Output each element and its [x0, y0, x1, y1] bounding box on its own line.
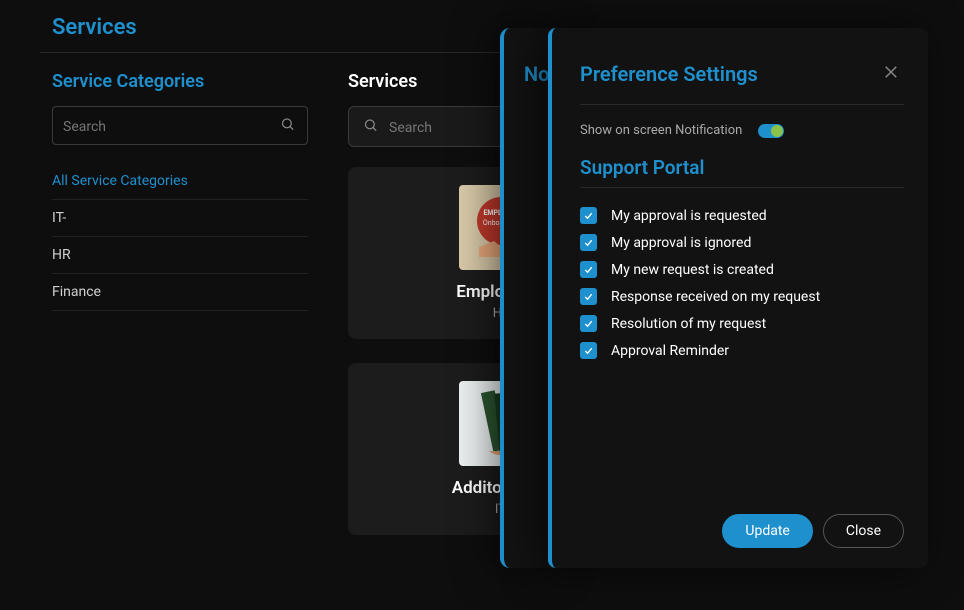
close-icon[interactable]: [878, 58, 904, 90]
sidebar-item-all[interactable]: All Service Categories: [52, 163, 308, 200]
checkbox-label: Response received on my request: [611, 289, 820, 305]
checkbox-label: My approval is ignored: [611, 235, 751, 251]
checkbox-response-received[interactable]: [580, 288, 597, 305]
sidebar-item-hr[interactable]: HR: [52, 237, 308, 274]
modal-title: Preference Settings: [580, 62, 758, 86]
checkbox-approval-ignored[interactable]: [580, 234, 597, 251]
checkbox-row: Approval Reminder: [580, 337, 904, 364]
checkbox-label: My new request is created: [611, 262, 774, 278]
toggle-row: Show on screen Notification: [580, 123, 904, 138]
notification-toggle[interactable]: [758, 124, 784, 138]
sidebar-search[interactable]: [52, 106, 308, 145]
checkbox-row: Response received on my request: [580, 283, 904, 310]
sidebar: Service Categories All Service Categorie…: [40, 53, 320, 559]
search-icon: [280, 116, 295, 135]
sidebar-item-it[interactable]: IT-: [52, 200, 308, 237]
sidebar-search-input[interactable]: [63, 119, 271, 135]
checkbox-label: Approval Reminder: [611, 343, 729, 359]
close-button[interactable]: Close: [823, 514, 904, 548]
checkbox-new-request[interactable]: [580, 261, 597, 278]
section-title: Support Portal: [580, 156, 904, 179]
checkbox-resolution[interactable]: [580, 315, 597, 332]
preference-modal: Preference Settings Show on screen Notif…: [548, 28, 928, 568]
checkbox-row: Resolution of my request: [580, 310, 904, 337]
checkbox-row: My approval is ignored: [580, 229, 904, 256]
sidebar-title: Service Categories: [52, 71, 308, 92]
modal-footer: Update Close: [580, 514, 904, 548]
checkbox-approval-reminder[interactable]: [580, 342, 597, 359]
checkbox-row: My new request is created: [580, 256, 904, 283]
checkbox-label: My approval is requested: [611, 208, 767, 224]
update-button[interactable]: Update: [722, 514, 812, 548]
sidebar-item-finance[interactable]: Finance: [52, 274, 308, 311]
checkbox-approval-requested[interactable]: [580, 207, 597, 224]
checkbox-label: Resolution of my request: [611, 316, 766, 332]
search-icon: [363, 117, 378, 136]
divider: [580, 187, 904, 188]
modal-header: Preference Settings: [580, 58, 904, 90]
checkbox-row: My approval is requested: [580, 202, 904, 229]
toggle-label: Show on screen Notification: [580, 123, 742, 138]
divider: [580, 104, 904, 105]
